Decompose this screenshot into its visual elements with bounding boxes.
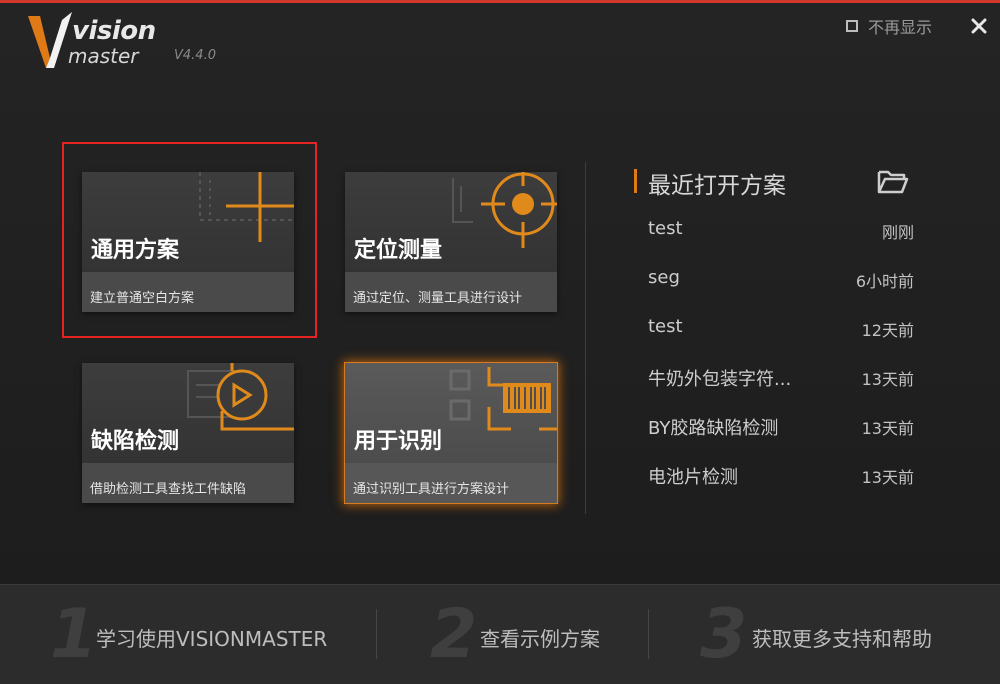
- card-defect-detection[interactable]: 缺陷检测 借助检测工具查找工件缺陷: [82, 363, 294, 503]
- recent-item-name: BY胶路缺陷检测: [648, 418, 779, 439]
- logo-vision-text: vision: [72, 16, 156, 46]
- footer-bar: 1 学习使用VISIONMASTER 2 查看示例方案 3 获取更多支持和帮助: [0, 584, 1000, 684]
- close-icon: [971, 18, 987, 34]
- folder-open-icon: [877, 170, 909, 194]
- step-label: 获取更多支持和帮助: [752, 627, 932, 651]
- dont-show-again-toggle[interactable]: 不再显示: [846, 15, 932, 37]
- recent-item-time: 13天前: [861, 370, 914, 389]
- recent-item[interactable]: 牛奶外包装字符... 13天前: [648, 361, 916, 391]
- step-number: 2: [430, 595, 478, 674]
- step-label: 查看示例方案: [480, 627, 600, 651]
- dont-show-checkbox[interactable]: [846, 20, 858, 32]
- card-desc: 通过定位、测量工具进行设计: [353, 291, 523, 306]
- recent-item[interactable]: 电池片检测 13天前: [648, 459, 916, 489]
- footer-divider: [376, 609, 377, 659]
- vertical-divider: [585, 162, 586, 514]
- logo-master-text: master: [68, 44, 139, 68]
- recent-item-time: 刚刚: [881, 223, 914, 242]
- footer-divider: [648, 609, 649, 659]
- logo-v-mark-icon: [28, 12, 72, 68]
- card-title: 缺陷检测: [91, 429, 180, 454]
- recent-item-time: 13天前: [861, 419, 914, 438]
- card-general-solution[interactable]: 通用方案 建立普通空白方案: [82, 172, 294, 312]
- card-desc: 建立普通空白方案: [90, 291, 195, 306]
- footer-learn-link[interactable]: 1 学习使用VISIONMASTER: [50, 585, 370, 684]
- recent-title: 最近打开方案: [648, 173, 786, 199]
- card-title: 定位测量: [354, 238, 443, 263]
- recent-item-time: 13天前: [861, 468, 914, 487]
- recent-item[interactable]: seg 6小时前: [648, 263, 916, 293]
- recent-item-name: seg: [648, 267, 680, 288]
- card-title: 通用方案: [91, 238, 180, 263]
- card-recognition[interactable]: 用于识别 通过识别工具进行方案设计: [344, 362, 558, 504]
- recent-item-name: 电池片检测: [648, 467, 738, 488]
- card-desc: 通过识别工具进行方案设计: [353, 482, 510, 497]
- step-number: 3: [700, 595, 748, 674]
- step-number: 1: [50, 595, 98, 674]
- recent-item-name: test: [648, 218, 683, 239]
- recent-item-time: 12天前: [861, 321, 914, 340]
- app-logo: vision master V4.4.0: [26, 12, 246, 74]
- open-folder-button[interactable]: [876, 166, 910, 196]
- recent-item[interactable]: BY胶路缺陷检测 13天前: [648, 410, 916, 440]
- recent-item-time: 6小时前: [855, 272, 914, 291]
- recent-item[interactable]: test 12天前: [648, 312, 916, 342]
- card-title: 用于识别: [354, 429, 443, 454]
- version-label: V4.4.0: [174, 48, 216, 63]
- recent-accent-bar: [634, 169, 637, 193]
- close-button[interactable]: [966, 13, 992, 39]
- step-label: 学习使用VISIONMASTER: [96, 627, 328, 651]
- footer-examples-link[interactable]: 2 查看示例方案: [430, 585, 640, 684]
- recent-item[interactable]: test 刚刚: [648, 214, 916, 244]
- card-desc: 借助检测工具查找工件缺陷: [90, 482, 247, 497]
- recent-item-name: 牛奶外包装字符...: [648, 369, 792, 390]
- recent-item-name: test: [648, 316, 683, 337]
- dont-show-label: 不再显示: [868, 18, 933, 37]
- footer-support-link[interactable]: 3 获取更多支持和帮助: [700, 585, 960, 684]
- card-locate-measure[interactable]: 定位测量 通过定位、测量工具进行设计: [345, 172, 557, 312]
